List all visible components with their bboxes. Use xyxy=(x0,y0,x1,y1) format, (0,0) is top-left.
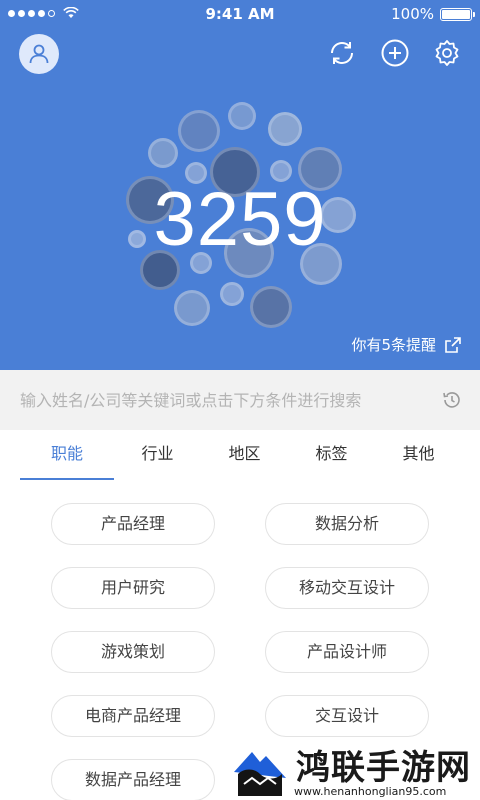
tab-tags[interactable]: 标签 xyxy=(288,430,375,480)
option-data-product-manager[interactable]: 数据产品经理 xyxy=(51,759,215,800)
search-bar xyxy=(0,370,480,430)
watermark: 鸿联手游网 www.henanhonglian95.com xyxy=(230,740,480,800)
option-mobile-interaction-design[interactable]: 移动交互设计 xyxy=(265,567,429,609)
contact-count: 3259 xyxy=(153,177,327,262)
tab-function[interactable]: 职能 xyxy=(20,430,114,480)
watermark-url: www.henanhonglian95.com xyxy=(294,785,447,798)
refresh-button[interactable] xyxy=(327,38,357,68)
tab-other[interactable]: 其他 xyxy=(375,430,462,480)
watermark-title: 鸿联手游网 xyxy=(296,748,471,788)
header-hero: 9:41 AM 100% 3259 你有5条提醒 xyxy=(0,0,480,370)
settings-button[interactable] xyxy=(432,38,462,68)
gear-icon xyxy=(435,40,459,66)
option-ecommerce-product-manager[interactable]: 电商产品经理 xyxy=(51,695,215,737)
watermark-logo-icon xyxy=(234,752,286,796)
search-input[interactable] xyxy=(0,370,430,430)
reminder-link[interactable]: 你有5条提醒 xyxy=(351,334,462,355)
add-button[interactable] xyxy=(380,38,410,68)
option-data-analysis[interactable]: 数据分析 xyxy=(265,503,429,545)
tab-region[interactable]: 地区 xyxy=(201,430,288,480)
profile-avatar-button[interactable] xyxy=(19,34,59,74)
option-game-planning[interactable]: 游戏策划 xyxy=(51,631,215,673)
history-icon[interactable] xyxy=(442,390,462,410)
user-icon xyxy=(29,44,49,64)
filter-tabs: 职能 行业 地区 标签 其他 xyxy=(0,430,480,480)
option-interaction-design[interactable]: 交互设计 xyxy=(265,695,429,737)
option-product-manager[interactable]: 产品经理 xyxy=(51,503,215,545)
plus-icon xyxy=(381,39,409,67)
tab-industry[interactable]: 行业 xyxy=(114,430,201,480)
refresh-icon xyxy=(331,42,353,64)
external-link-icon xyxy=(445,336,461,353)
option-product-designer[interactable]: 产品设计师 xyxy=(265,631,429,673)
reminder-label: 你有5条提醒 xyxy=(351,336,436,354)
option-user-research[interactable]: 用户研究 xyxy=(51,567,215,609)
